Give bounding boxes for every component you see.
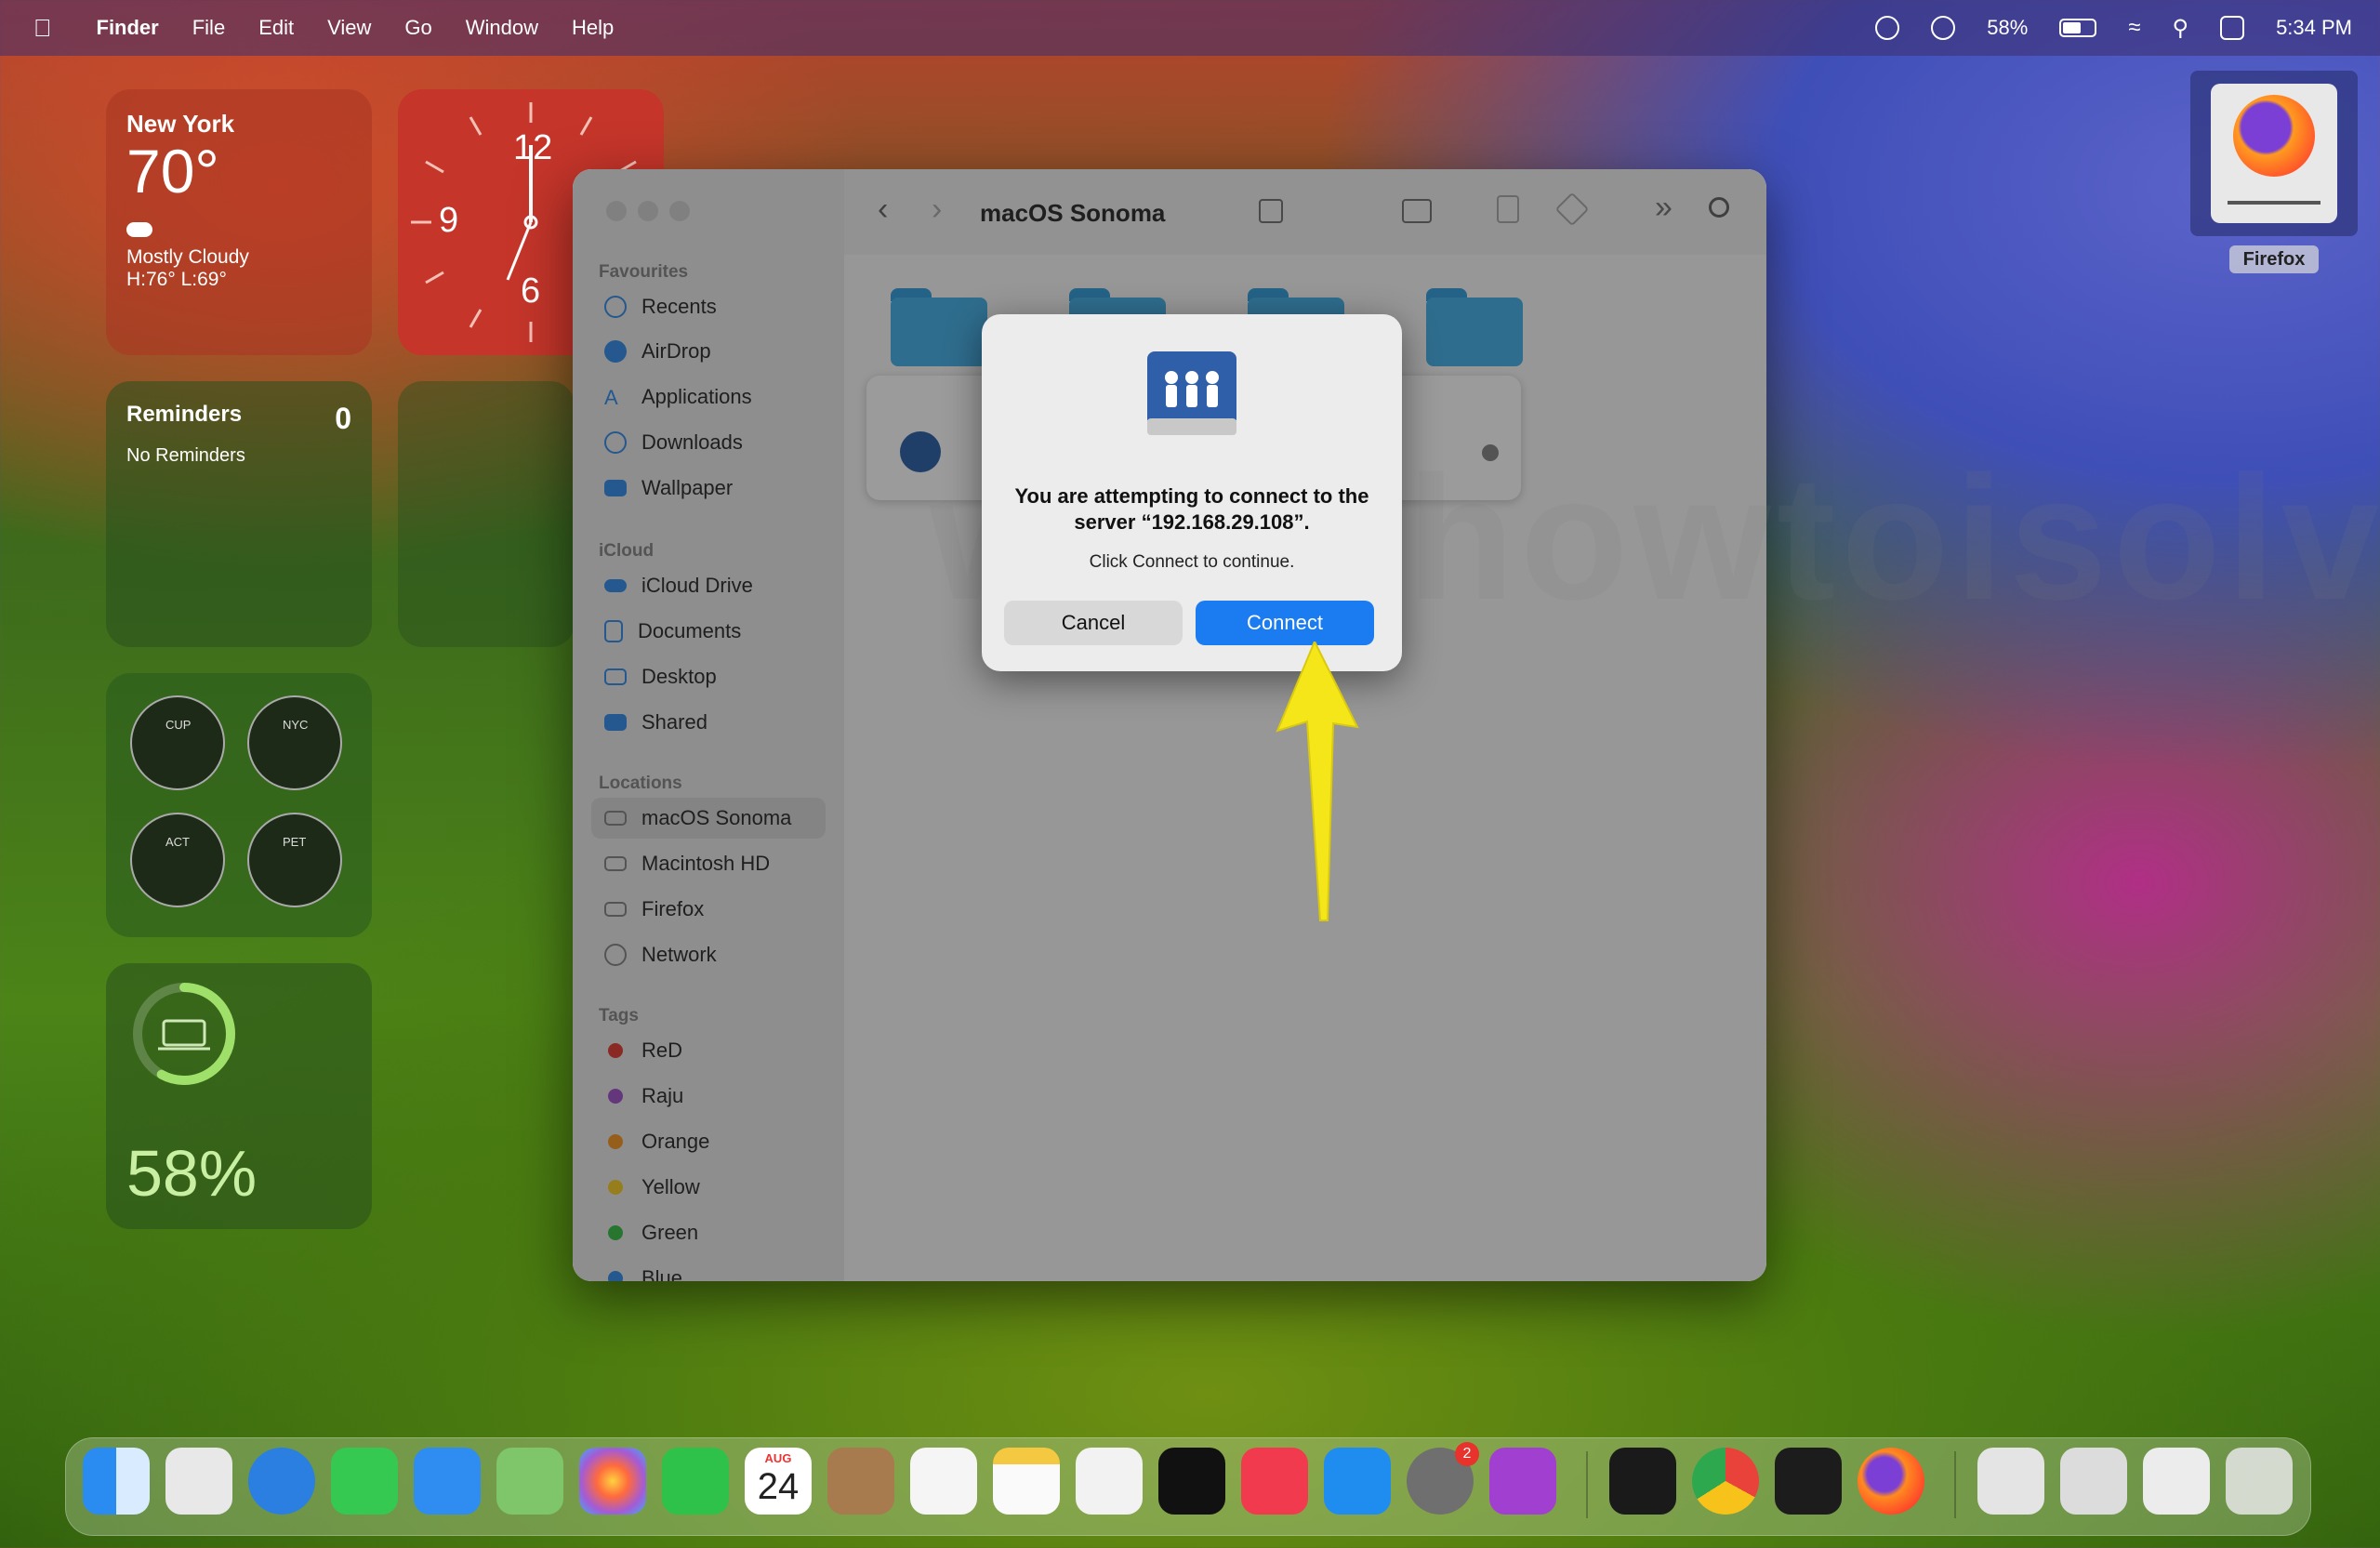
apple-menu-icon[interactable]: : [33, 14, 52, 43]
world-clock-label: NYC: [283, 718, 309, 732]
calendar-day: 24: [757, 1466, 800, 1507]
firefox-icon: [2233, 95, 2315, 177]
dock-stack-icon[interactable]: [2060, 1448, 2127, 1515]
menu-app-name[interactable]: Finder: [97, 16, 159, 40]
weather-city: New York: [126, 110, 235, 138]
dock-safari-icon[interactable]: [248, 1448, 315, 1515]
dock-facetime-icon[interactable]: [662, 1448, 729, 1515]
battery-ring: [133, 983, 235, 1085]
dock-chrome-icon[interactable]: [1692, 1448, 1759, 1515]
file-server-icon: [1147, 351, 1236, 435]
dock-mail-icon[interactable]: [414, 1448, 481, 1515]
world-clock-label: CUP: [165, 718, 192, 732]
yellow-arrow-annotation: [1276, 642, 1359, 921]
notification-badge: 2: [1455, 1442, 1479, 1466]
empty-widget: [398, 381, 575, 647]
dock-trash-icon[interactable]: [2226, 1448, 2293, 1515]
dock-contacts-icon[interactable]: [827, 1448, 894, 1515]
clock-12: 12: [513, 128, 553, 167]
reminders-count: 0: [335, 402, 351, 435]
weather-widget[interactable]: New York 70° Mostly Cloudy H:76° L:69°: [106, 89, 372, 355]
reminders-empty: No Reminders: [126, 445, 245, 466]
cancel-button[interactable]: Cancel: [1004, 601, 1183, 645]
world-clock: PET: [247, 813, 342, 907]
dock-stack-icon[interactable]: [1977, 1448, 2044, 1515]
menu-bar:  Finder File Edit View Go Window Help 5…: [0, 0, 2380, 56]
dock-maps-icon[interactable]: [496, 1448, 563, 1515]
time-machine-icon[interactable]: [1931, 16, 1956, 40]
dock-divider: [1954, 1451, 1956, 1518]
dock-app-store-icon[interactable]: [1324, 1448, 1391, 1515]
clock-6: 6: [521, 271, 541, 311]
wifi-icon[interactable]: ≈: [2128, 15, 2140, 41]
firefox-drive-desktop-icon[interactable]: [2190, 71, 2358, 236]
world-clock: NYC: [247, 695, 342, 790]
cloud-icon: [126, 222, 152, 237]
dock-firefox-icon[interactable]: [1858, 1448, 1924, 1515]
world-clock: CUP: [130, 695, 225, 790]
clock-9: 9: [439, 201, 459, 240]
connect-server-dialog: You are attempting to connect to the ser…: [982, 314, 1402, 671]
battery-percent[interactable]: 58%: [1987, 16, 2028, 40]
dock-feedback-icon[interactable]: [1489, 1448, 1556, 1515]
battery-widget-percent: 58%: [126, 1137, 258, 1210]
dock-system-settings-icon[interactable]: 2: [1407, 1442, 1479, 1515]
world-clock-label: PET: [283, 835, 307, 849]
drive-slot: [2228, 201, 2320, 205]
dock-launchpad-icon[interactable]: [165, 1448, 232, 1515]
user-icon[interactable]: [1875, 16, 1900, 40]
dock-calendar-icon[interactable]: AUG 24: [745, 1448, 812, 1515]
battery-icon[interactable]: [2059, 19, 2097, 37]
control-center-icon[interactable]: [2220, 16, 2245, 40]
dialog-subtext: Click Connect to continue.: [1089, 552, 1295, 572]
desktop-icon-label: Firefox: [2229, 245, 2319, 273]
world-clock: ACT: [130, 813, 225, 907]
menu-window[interactable]: Window: [466, 16, 538, 40]
dock-terminal-icon[interactable]: [1775, 1448, 1842, 1515]
reminders-widget[interactable]: Reminders 0 No Reminders: [106, 381, 372, 647]
weather-temp: 70°: [126, 137, 219, 205]
battery-widget[interactable]: 58%: [106, 963, 372, 1229]
reminders-title: Reminders: [126, 402, 243, 427]
dock-freeform-icon[interactable]: [1076, 1448, 1143, 1515]
dock-activity-monitor-icon[interactable]: [1609, 1448, 1676, 1515]
menu-view[interactable]: View: [327, 16, 371, 40]
calendar-month: AUG: [764, 1451, 792, 1465]
connect-button[interactable]: Connect: [1196, 601, 1374, 645]
dock-stack-icon[interactable]: [2143, 1448, 2210, 1515]
world-clock-widget[interactable]: CUP NYC ACT PET: [106, 673, 372, 937]
weather-condition: Mostly Cloudy: [126, 246, 249, 268]
dock-divider: [1586, 1451, 1588, 1518]
world-clock-label: ACT: [165, 835, 190, 849]
dialog-message: You are attempting to connect to the ser…: [1014, 484, 1369, 534]
menu-go[interactable]: Go: [404, 16, 431, 40]
menu-help[interactable]: Help: [572, 16, 614, 40]
dock-notes-icon[interactable]: [993, 1448, 1060, 1515]
menu-edit[interactable]: Edit: [258, 16, 294, 40]
dock: AUG 24 2: [65, 1437, 2311, 1536]
dock-music-icon[interactable]: [1241, 1448, 1308, 1515]
dock-reminders-icon[interactable]: [910, 1448, 977, 1515]
menu-file[interactable]: File: [192, 16, 225, 40]
dock-tv-icon[interactable]: [1158, 1448, 1225, 1515]
spotlight-search-icon[interactable]: ⚲: [2172, 15, 2188, 42]
dock-messages-icon[interactable]: [331, 1448, 398, 1515]
menu-clock[interactable]: 5:34 PM: [2276, 16, 2352, 40]
dock-finder-icon[interactable]: [83, 1448, 150, 1515]
weather-hilo: H:76° L:69°: [126, 269, 227, 290]
dock-photos-icon[interactable]: [579, 1448, 646, 1515]
